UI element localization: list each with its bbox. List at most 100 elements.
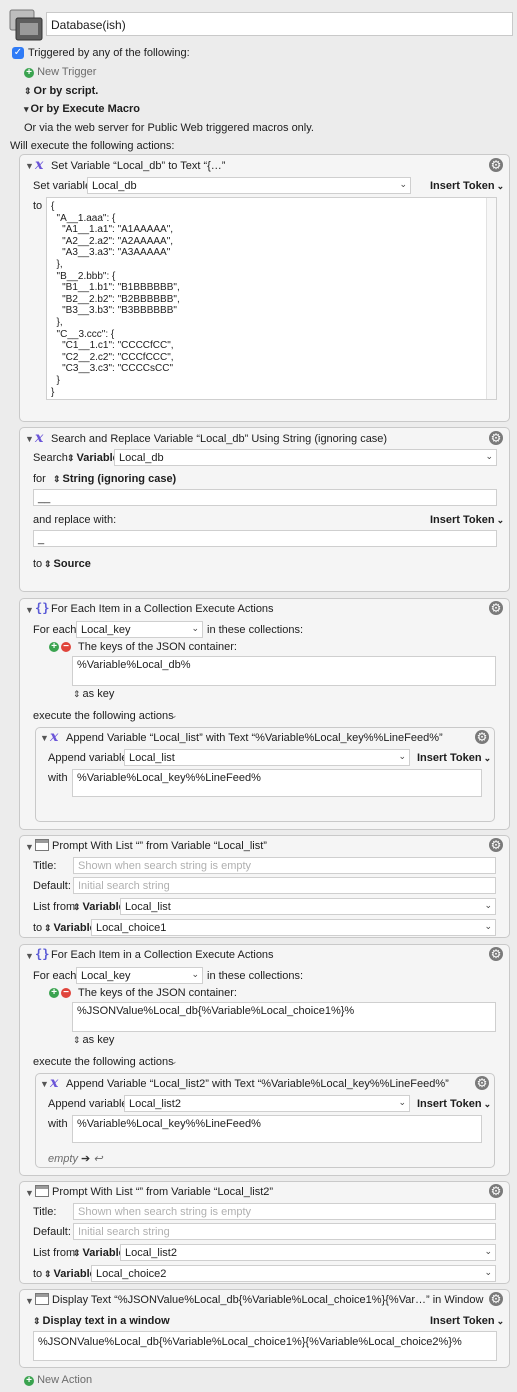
action-prompt-list-1[interactable]: ▼ Prompt With List “” from Variable “Loc… [19, 835, 510, 938]
to-type-popup[interactable]: ⇕ Variable [44, 1268, 96, 1280]
collection-label: The keys of the JSON container: [78, 987, 237, 999]
updown-icon: ⇕ [44, 1269, 52, 1279]
disclosure-triangle-icon[interactable]: ▼ [25, 434, 34, 444]
for-each-label: For each [33, 970, 77, 982]
insert-token-button[interactable]: Insert Token ⌄ [430, 1315, 504, 1327]
gear-icon[interactable]: ⚙ [489, 838, 503, 852]
gear-icon[interactable]: ⚙ [489, 1292, 503, 1306]
variable-name-field[interactable]: Local_db ⌄ [87, 177, 411, 194]
action-for-each-2[interactable]: ▼ {} For Each Item in a Collection Execu… [19, 944, 510, 1176]
for-each-variable-field[interactable]: Local_key ⌄ [76, 967, 203, 984]
disclosure-triangle-icon[interactable]: ▼ [25, 842, 34, 852]
disclosure-triangle-icon[interactable]: ▼ [25, 1188, 34, 1198]
updown-icon: ⇕ [73, 902, 81, 912]
search-type-popup[interactable]: ⇕ Variable [67, 452, 119, 464]
chevron-down-icon: ⌄ [399, 179, 407, 189]
action-for-each-1[interactable]: ▼ {} For Each Item in a Collection Execu… [19, 598, 510, 830]
for-type-popup[interactable]: ⇕ String (ignoring case) [53, 473, 176, 485]
plus-circle-icon[interactable]: + [49, 988, 59, 998]
window-icon [35, 1185, 49, 1197]
collection-value-field[interactable]: %JSONValue%Local_db{%Variable%Local_choi… [72, 1002, 496, 1032]
gear-icon[interactable]: ⚙ [489, 1184, 503, 1198]
with-text-field[interactable]: %Variable%Local_key%%LineFeed% [72, 769, 482, 797]
append-variable-field[interactable]: Local_list ⌄ [124, 749, 410, 766]
list-from-type-popup[interactable]: ⇕ Variable [73, 1247, 125, 1259]
gear-icon[interactable]: ⚙ [475, 1076, 489, 1090]
new-trigger-button[interactable]: + New Trigger [24, 66, 96, 78]
will-execute-label: Will execute the following actions: [10, 140, 175, 152]
updown-icon: ⇕ [73, 1035, 81, 1045]
action-search-replace[interactable]: ▼ x Search and Replace Variable “Local_d… [19, 427, 510, 592]
disclosure-triangle-icon[interactable]: ▼ [25, 951, 34, 961]
chevron-down-icon[interactable]: ⌄ [170, 710, 178, 721]
insert-token-button[interactable]: Insert Token ⌄ [430, 180, 504, 192]
insert-token-button[interactable]: Insert Token ⌄ [430, 514, 504, 526]
prompt-default-field[interactable]: Initial search string [73, 877, 496, 894]
append-variable-label: Append variable [48, 752, 128, 764]
disclosure-triangle-icon[interactable]: ▼ [40, 733, 49, 743]
display-text-field[interactable]: %JSONValue%Local_db{%Variable%Local_choi… [33, 1331, 497, 1361]
list-from-type-popup[interactable]: ⇕ Variable [73, 901, 125, 913]
replace-string-field[interactable]: _ [33, 530, 497, 547]
minus-circle-icon[interactable]: − [61, 988, 71, 998]
macro-name-field[interactable]: Database(ish) [46, 12, 513, 36]
display-mode-popup[interactable]: ⇕ Display text in a window [33, 1315, 170, 1327]
to-type-popup[interactable]: ⇕ Variable [44, 922, 96, 934]
empty-drop-target[interactable]: empty ➔ ↩ [48, 1152, 103, 1165]
execute-label: execute the following actions [33, 1056, 174, 1068]
gear-icon[interactable]: ⚙ [489, 431, 503, 445]
as-key-popup[interactable]: ⇕ as key [73, 1034, 114, 1046]
search-variable-field[interactable]: Local_db ⌄ [114, 449, 497, 466]
append-variable-field[interactable]: Local_list2 ⌄ [124, 1095, 410, 1112]
action-title: Search and Replace Variable “Local_db” U… [51, 433, 388, 445]
json-braces-icon: {} [35, 601, 50, 615]
gear-icon[interactable]: ⚙ [475, 730, 489, 744]
to-variable-field[interactable]: Local_choice2 ⌄ [91, 1265, 496, 1282]
list-from-variable-field[interactable]: Local_list2 ⌄ [120, 1244, 496, 1261]
web-server-note: Or via the web server for Public Web tri… [24, 122, 314, 134]
insert-token-button[interactable]: Insert Token ⌄ [417, 752, 491, 764]
for-each-variable-field[interactable]: Local_key ⌄ [76, 621, 203, 638]
plus-circle-icon[interactable]: + [49, 642, 59, 652]
disclosure-triangle-icon[interactable]: ▼ [40, 1079, 49, 1089]
or-by-script-option[interactable]: ⇕ Or by script. [24, 85, 98, 97]
gear-icon[interactable]: ⚙ [489, 601, 503, 615]
gear-icon[interactable]: ⚙ [489, 158, 503, 172]
or-by-execute-macro-option[interactable]: ▾ Or by Execute Macro [24, 103, 140, 115]
new-action-button[interactable]: + New Action [24, 1374, 92, 1386]
with-text-field[interactable]: %Variable%Local_key%%LineFeed% [72, 1115, 482, 1143]
inner-action-append[interactable]: ▼ x Append Variable “Local_list” with Te… [35, 727, 495, 822]
text-value-area[interactable]: { "A__1.aaa": { "A1__1.a1": "A1AAAAA", "… [46, 197, 497, 400]
replace-label: and replace with: [33, 514, 117, 526]
action-display-text[interactable]: ▼ Display Text “%JSONValue%Local_db{%Var… [19, 1289, 510, 1368]
chevron-down-icon: ⌄ [484, 900, 492, 910]
insert-token-button[interactable]: Insert Token ⌄ [417, 1098, 491, 1110]
title-label: Title: [33, 1206, 57, 1218]
disclosure-triangle-icon[interactable]: ▼ [25, 1296, 34, 1306]
action-prompt-list-2[interactable]: ▼ Prompt With List “” from Variable “Loc… [19, 1181, 510, 1284]
gear-icon[interactable]: ⚙ [489, 947, 503, 961]
action-set-variable[interactable]: ▼ x Set Variable “Local_db” to Text “{…”… [19, 154, 510, 422]
updown-icon: ⇕ [44, 559, 52, 569]
variable-x-icon: x [50, 729, 59, 745]
prompt-title-field[interactable]: Shown when search string is empty [73, 857, 496, 874]
disclosure-triangle-icon[interactable]: ▼ [25, 161, 34, 171]
prompt-title-field[interactable]: Shown when search string is empty [73, 1203, 496, 1220]
as-key-popup[interactable]: ⇕ as key [73, 688, 114, 700]
minus-circle-icon[interactable]: − [61, 642, 71, 652]
collection-value-field[interactable]: %Variable%Local_db% [72, 656, 496, 686]
checkbox-icon[interactable]: ✓ [12, 47, 24, 59]
variable-x-icon: x [35, 157, 44, 173]
list-from-variable-field[interactable]: Local_list ⌄ [120, 898, 496, 915]
prompt-default-field[interactable]: Initial search string [73, 1223, 496, 1240]
search-string-field[interactable]: __ [33, 489, 497, 506]
destination-popup[interactable]: ⇕ Source [44, 558, 91, 570]
scrollbar[interactable] [486, 198, 496, 399]
return-icon: ↩ [93, 1153, 103, 1165]
chevron-down-icon[interactable]: ⌄ [170, 1056, 178, 1067]
inner-action-append[interactable]: ▼ x Append Variable “Local_list2” with T… [35, 1073, 495, 1168]
disclosure-triangle-icon[interactable]: ▼ [25, 605, 34, 615]
in-collections-label: in these collections: [207, 624, 303, 636]
default-label: Default: [33, 880, 71, 892]
to-variable-field[interactable]: Local_choice1 ⌄ [91, 919, 496, 936]
